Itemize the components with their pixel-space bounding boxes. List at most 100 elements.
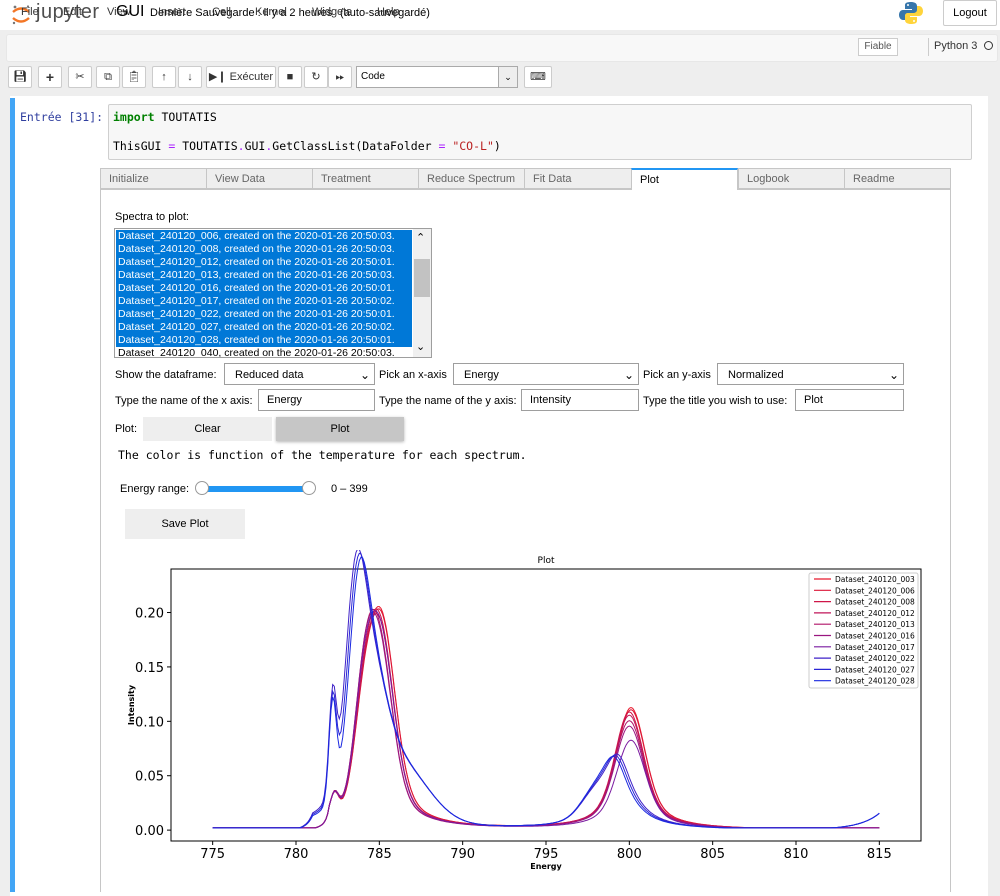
list-item[interactable]: Dataset_240120_040, created on the 2020-… <box>116 347 412 357</box>
menu-kernel[interactable]: Kernel <box>255 6 287 18</box>
y-tick-label: 0.10 <box>135 715 164 730</box>
list-item[interactable]: Dataset_240120_028, created on the 2020-… <box>116 334 412 347</box>
code-module-ref: TOUTATIS <box>175 139 238 153</box>
code-string: "CO-L" <box>445 139 494 153</box>
cut-button[interactable]: ✂ <box>68 66 92 88</box>
kernel-name[interactable]: Python 3 <box>934 40 977 52</box>
copy-button[interactable]: ⧉ <box>96 66 120 88</box>
range-min-handle[interactable] <box>195 481 209 495</box>
fast-forward-icon: ⏩︎ <box>335 71 345 83</box>
restart-run-all-button[interactable]: ⏩︎ <box>328 66 352 88</box>
plot-button[interactable]: Plot <box>276 417 404 441</box>
save-button[interactable]: 💾︎ <box>8 66 32 88</box>
logout-button[interactable]: Logout <box>943 0 997 26</box>
code-line-1[interactable]: import TOUTATIS <box>113 110 217 124</box>
move-up-button[interactable]: ↑ <box>152 66 176 88</box>
list-item[interactable]: Dataset_240120_012, created on the 2020-… <box>116 256 412 269</box>
code-dot: . <box>237 139 245 153</box>
chart-title: Plot <box>538 556 555 566</box>
legend-entry: Dataset_240120_003 <box>835 575 915 584</box>
title-input[interactable]: Plot <box>795 389 904 411</box>
spectra-multiselect[interactable]: Dataset_240120_006, created on the 2020-… <box>114 228 432 358</box>
x-tick-label: 780 <box>284 847 309 862</box>
list-item[interactable]: Dataset_240120_027, created on the 2020-… <box>116 321 412 334</box>
code-call: GetClassList(DataFolder <box>272 139 439 153</box>
cell-type-select[interactable]: Code ⌄ <box>356 66 518 88</box>
xaxis-select[interactable]: Energy ⌄ <box>453 363 639 385</box>
interrupt-button[interactable]: ■ <box>278 66 302 88</box>
dataframe-value: Reduced data <box>235 369 304 381</box>
yaxis-select[interactable]: Normalized ⌄ <box>717 363 904 385</box>
tab-reduce-spectrum[interactable]: Reduce Spectrum <box>418 168 525 189</box>
menu-cell[interactable]: Cell <box>212 6 231 18</box>
tab-logbook[interactable]: Logbook <box>738 168 845 189</box>
legend-entry: Dataset_240120_012 <box>835 609 915 618</box>
insert-cell-button[interactable]: + <box>38 66 62 88</box>
xname-label: Type the name of the x axis: <box>115 395 253 407</box>
move-down-button[interactable]: ↓ <box>178 66 202 88</box>
list-scrollbar[interactable]: ⌃ ⌄ <box>413 229 431 357</box>
legend-entry: Dataset_240120_028 <box>835 677 915 686</box>
refresh-icon: ↻ <box>311 71 321 83</box>
code-paren: ) <box>493 139 501 153</box>
xaxis-value: Energy <box>464 369 499 381</box>
y-tick-label: 0.20 <box>135 607 164 622</box>
python-logo-icon <box>899 2 923 24</box>
list-item[interactable]: Dataset_240120_008, created on the 2020-… <box>116 243 412 256</box>
yaxis-label: Pick an y-axis <box>643 369 711 381</box>
legend-entry: Dataset_240120_017 <box>835 643 915 652</box>
run-label: Exécuter <box>229 71 274 83</box>
energy-range-track[interactable] <box>200 486 310 492</box>
y-tick-label: 0.05 <box>135 770 164 785</box>
list-item[interactable]: Dataset_240120_006, created on the 2020-… <box>116 230 412 243</box>
list-item[interactable]: Dataset_240120_022, created on the 2020-… <box>116 308 412 321</box>
trusted-badge[interactable]: Fiable <box>858 38 898 56</box>
command-palette-button[interactable]: ⌨ <box>524 66 552 88</box>
list-item[interactable]: Dataset_240120_013, created on the 2020-… <box>116 269 412 282</box>
legend-entry: Dataset_240120_016 <box>835 632 915 641</box>
paste-button[interactable]: 📋︎ <box>122 66 146 88</box>
spectra-label: Spectra to plot: <box>115 211 189 223</box>
menubar <box>6 34 998 62</box>
dataframe-select[interactable]: Reduced data ⌄ <box>224 363 375 385</box>
tab-plot[interactable]: Plot <box>631 168 738 190</box>
chevron-up-icon[interactable]: ⌃ <box>416 231 425 244</box>
code-line-2[interactable]: ThisGUI = TOUTATIS.GUI.GetClassList(Data… <box>113 139 501 153</box>
tab-treatment[interactable]: Treatment <box>312 168 419 189</box>
title-label: Type the title you wish to use: <box>643 395 788 407</box>
scrollbar-thumb[interactable] <box>414 259 430 297</box>
chevron-down-icon[interactable]: ⌄ <box>416 340 425 353</box>
list-item[interactable]: Dataset_240120_016, created on the 2020-… <box>116 282 412 295</box>
dataframe-label: Show the dataframe: <box>115 369 217 381</box>
tab-view-data[interactable]: View Data <box>206 168 313 189</box>
menu-view[interactable]: View <box>107 6 131 18</box>
tab-readme[interactable]: Readme <box>844 168 951 189</box>
y-axis-label: Intensity <box>127 684 136 725</box>
energy-range-label: Energy range: <box>120 483 190 495</box>
range-max-handle[interactable] <box>302 481 316 495</box>
tab-initialize[interactable]: Initialize <box>100 168 207 189</box>
menu-widgets[interactable]: Widgets <box>312 6 352 18</box>
legend-entry: Dataset_240120_008 <box>835 598 915 607</box>
xname-input[interactable]: Energy <box>258 389 375 411</box>
yaxis-value: Normalized <box>728 369 784 381</box>
menu-edit[interactable]: Edit <box>63 6 82 18</box>
restart-button[interactable]: ↻ <box>304 66 328 88</box>
run-button[interactable]: ▶❙ Exécuter <box>206 66 276 88</box>
menu-insert[interactable]: Insert <box>158 6 186 18</box>
arrow-down-icon: ↓ <box>187 71 193 83</box>
clear-button[interactable]: Clear <box>143 417 272 441</box>
paste-icon: 📋︎ <box>127 71 141 83</box>
cell-prompt: Entrée [31]: <box>20 110 104 124</box>
list-item[interactable]: Dataset_240120_017, created on the 2020-… <box>116 295 412 308</box>
menu-file[interactable]: File <box>21 6 39 18</box>
yname-input[interactable]: Intensity <box>521 389 639 411</box>
spectra-chart: Plot 775 780 785 790 795 800 805 810 815 0.00 0.05 0… <box>127 550 922 871</box>
legend-entry: Dataset_240120_006 <box>835 586 915 595</box>
menu-help[interactable]: Help <box>377 6 400 18</box>
y-tick-label: 0.15 <box>135 661 164 676</box>
legend-entry: Dataset_240120_022 <box>835 654 915 663</box>
tab-fit-data[interactable]: Fit Data <box>524 168 632 189</box>
save-plot-button[interactable]: Save Plot <box>125 509 245 539</box>
x-tick-label: 790 <box>450 847 475 862</box>
